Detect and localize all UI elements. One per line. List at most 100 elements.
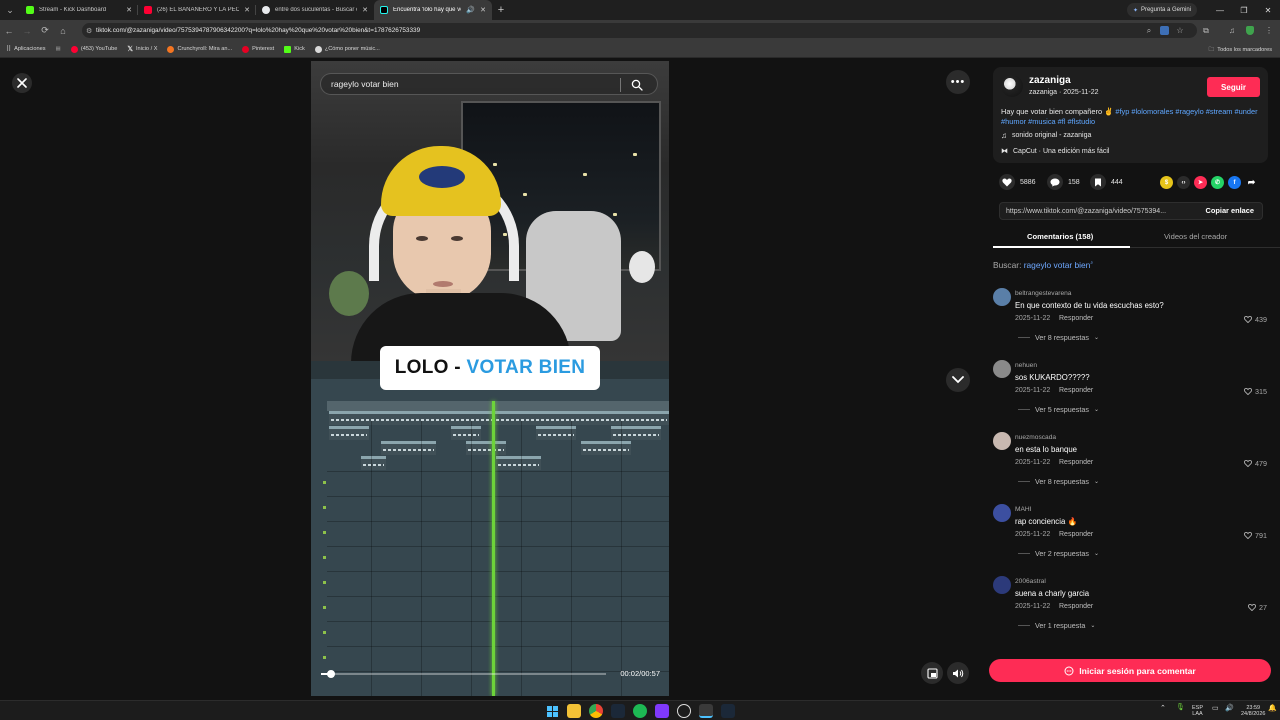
new-tab-button[interactable]: + xyxy=(492,4,510,16)
author-avatar[interactable] xyxy=(1001,75,1023,97)
vpn-extension-icon[interactable] xyxy=(1243,24,1257,37)
next-video-button[interactable] xyxy=(946,368,970,392)
commenter-username[interactable]: nuezmoscada xyxy=(1015,434,1056,441)
view-replies-button[interactable]: Ver 8 respuestas ⌄ xyxy=(1018,477,1099,486)
bookmark-musica[interactable]: ¿Cómo poner músic... xyxy=(314,45,380,53)
notifications-icon[interactable]: 🔔 xyxy=(1268,705,1277,712)
browser-tab-google[interactable]: entre dos suculentas - Buscar c ✕ xyxy=(256,0,374,20)
mic-icon[interactable]: 🎙 xyxy=(1176,704,1185,711)
tray-chevron-icon[interactable]: ⌃ xyxy=(1160,705,1166,712)
bookmark-crunchyroll[interactable]: Crunchyroll: Mira an... xyxy=(167,45,232,53)
translate-icon[interactable] xyxy=(1157,24,1171,37)
commenter-avatar[interactable] xyxy=(993,360,1011,378)
coin-share-icon[interactable]: $ xyxy=(1160,176,1173,189)
view-replies-button[interactable]: Ver 8 respuestas ⌄ xyxy=(1018,333,1099,342)
steam-alt-icon[interactable] xyxy=(721,704,735,718)
video-player[interactable]: LOLO - VOTAR BIEN rageylo votar bien 00:… xyxy=(311,61,669,696)
comment-like-button[interactable]: 315 xyxy=(1244,387,1267,396)
extensions-icon[interactable]: ⧉ xyxy=(1199,24,1213,37)
commenter-avatar[interactable] xyxy=(993,576,1011,594)
bookmark-youtube[interactable]: (453) YouTube xyxy=(70,45,117,53)
zoom-icon[interactable]: ⌕ xyxy=(1142,24,1156,37)
copy-link-button[interactable]: Copiar enlace xyxy=(1206,206,1254,215)
tab-close-icon[interactable]: ✕ xyxy=(480,6,486,14)
address-bar[interactable]: ⚙ tiktok.com/@zazaniga/video/75753947879… xyxy=(82,23,1197,38)
gemini-button[interactable]: ✦ Pregunta a Gemini xyxy=(1126,3,1197,17)
browser-menu-icon[interactable]: ⋮ xyxy=(1262,24,1276,37)
comment-like-button[interactable]: 479 xyxy=(1244,459,1267,468)
view-replies-button[interactable]: Ver 2 respuestas ⌄ xyxy=(1018,549,1099,558)
forward-button[interactable]: → xyxy=(18,20,36,41)
comment-button[interactable]: 158 xyxy=(1047,174,1080,190)
reload-button[interactable]: ⟳ xyxy=(36,20,54,41)
comment-like-button[interactable]: 791 xyxy=(1244,531,1267,540)
bookmark-apps[interactable]: ⠿ Aplicaciones xyxy=(6,45,46,53)
clock[interactable]: 23:59 24/8/2026 xyxy=(1241,705,1265,717)
capcut-link[interactable]: ⧓ CapCut · Una edición más fácil xyxy=(1001,147,1110,156)
tab-close-icon[interactable]: ✕ xyxy=(244,6,250,14)
close-player-button[interactable] xyxy=(12,73,32,93)
bookmark-kick[interactable]: Kick xyxy=(284,45,305,53)
browser-tab-tiktok[interactable]: Encuentra 'lolo hay que vot 🔊 ✕ xyxy=(374,0,492,20)
embed-icon[interactable]: ‹› xyxy=(1177,176,1190,189)
reply-button[interactable]: Responder xyxy=(1059,603,1093,610)
facebook-icon[interactable]: f xyxy=(1228,176,1241,189)
volume-tray-icon[interactable]: 🔊 xyxy=(1225,705,1234,712)
reply-button[interactable]: Responder xyxy=(1059,531,1093,538)
video-progress-bar[interactable] xyxy=(321,670,606,678)
commenter-username[interactable]: nehuen xyxy=(1015,362,1037,369)
reply-button[interactable]: Responder xyxy=(1059,459,1093,466)
all-bookmarks-button[interactable]: 🗀 Todos los marcadores xyxy=(1209,45,1272,55)
commenter-avatar[interactable] xyxy=(993,432,1011,450)
related-search-link[interactable]: rageylo votar bien xyxy=(1024,260,1091,270)
like-button[interactable]: 5886 xyxy=(999,174,1036,190)
share-arrow-icon[interactable]: ➦ xyxy=(1245,176,1258,189)
browser-tab-youtube[interactable]: (26) EL BANANERO Y LA PEOR ✕ xyxy=(138,0,256,20)
tab-close-icon[interactable]: ✕ xyxy=(126,6,132,14)
login-to-comment-button[interactable]: Iniciar sesión para comentar xyxy=(989,659,1271,682)
commenter-avatar[interactable] xyxy=(993,504,1011,522)
volume-button[interactable] xyxy=(947,662,969,684)
commenter-username[interactable]: MAHI xyxy=(1015,506,1031,513)
send-to-friends-icon[interactable]: ➤ xyxy=(1194,176,1207,189)
author-username[interactable]: zazaniga xyxy=(1029,75,1071,86)
home-button[interactable]: ⌂ xyxy=(54,20,72,41)
video-search-bar[interactable]: rageylo votar bien xyxy=(320,73,658,95)
follow-button[interactable]: Seguir xyxy=(1207,77,1260,97)
file-explorer-icon[interactable] xyxy=(567,704,581,718)
tab-search-button[interactable]: ⌄ xyxy=(0,0,20,20)
tab-creator-videos[interactable]: Videos del creador xyxy=(1164,232,1227,241)
view-replies-button[interactable]: Ver 1 respuesta ⌄ xyxy=(1018,621,1095,630)
commenter-avatar[interactable] xyxy=(993,288,1011,306)
spotify-icon[interactable] xyxy=(633,704,647,718)
reply-button[interactable]: Responder xyxy=(1059,315,1093,322)
windows-start-icon[interactable] xyxy=(545,704,559,718)
progress-knob[interactable] xyxy=(326,670,335,678)
bookmark-star-icon[interactable]: ☆ xyxy=(1173,24,1187,37)
reply-button[interactable]: Responder xyxy=(1059,387,1093,394)
bookmark-x[interactable]: 𝕏 Inicio / X xyxy=(127,45,157,53)
original-sound-link[interactable]: ♫ sonido original - zazaniga xyxy=(1001,131,1091,140)
site-info-icon[interactable]: ⚙ xyxy=(86,27,92,35)
media-controls-icon[interactable]: ♫ xyxy=(1225,24,1239,37)
commenter-username[interactable]: beltrangestevarena xyxy=(1015,290,1071,297)
tab-close-icon[interactable]: ✕ xyxy=(362,6,368,14)
minimize-button[interactable]: — xyxy=(1208,0,1232,20)
floating-player-button[interactable] xyxy=(921,662,943,684)
maximize-button[interactable]: ❐ xyxy=(1232,0,1256,20)
whatsapp-icon[interactable]: ✆ xyxy=(1211,176,1224,189)
settings-icon[interactable] xyxy=(677,704,691,718)
chrome-icon[interactable] xyxy=(589,704,603,718)
comment-like-button[interactable]: 439 xyxy=(1244,315,1267,324)
more-options-button[interactable]: ••• xyxy=(946,70,970,94)
browser-tab-kick[interactable]: Stream - Kick Dashboard ✕ xyxy=(20,0,138,20)
bookmark-pinterest[interactable]: Pinterest xyxy=(242,45,274,53)
steam-icon[interactable] xyxy=(611,704,625,718)
language-indicator[interactable]: ESP LAA xyxy=(1192,705,1203,717)
search-icon[interactable] xyxy=(631,79,643,93)
network-icon[interactable]: ▭ xyxy=(1212,705,1219,712)
commenter-username[interactable]: 2006astral xyxy=(1015,578,1046,585)
tab-audio-icon[interactable]: 🔊 xyxy=(466,6,475,14)
favorite-button[interactable]: 444 xyxy=(1090,174,1123,190)
discord-icon[interactable] xyxy=(655,704,669,718)
